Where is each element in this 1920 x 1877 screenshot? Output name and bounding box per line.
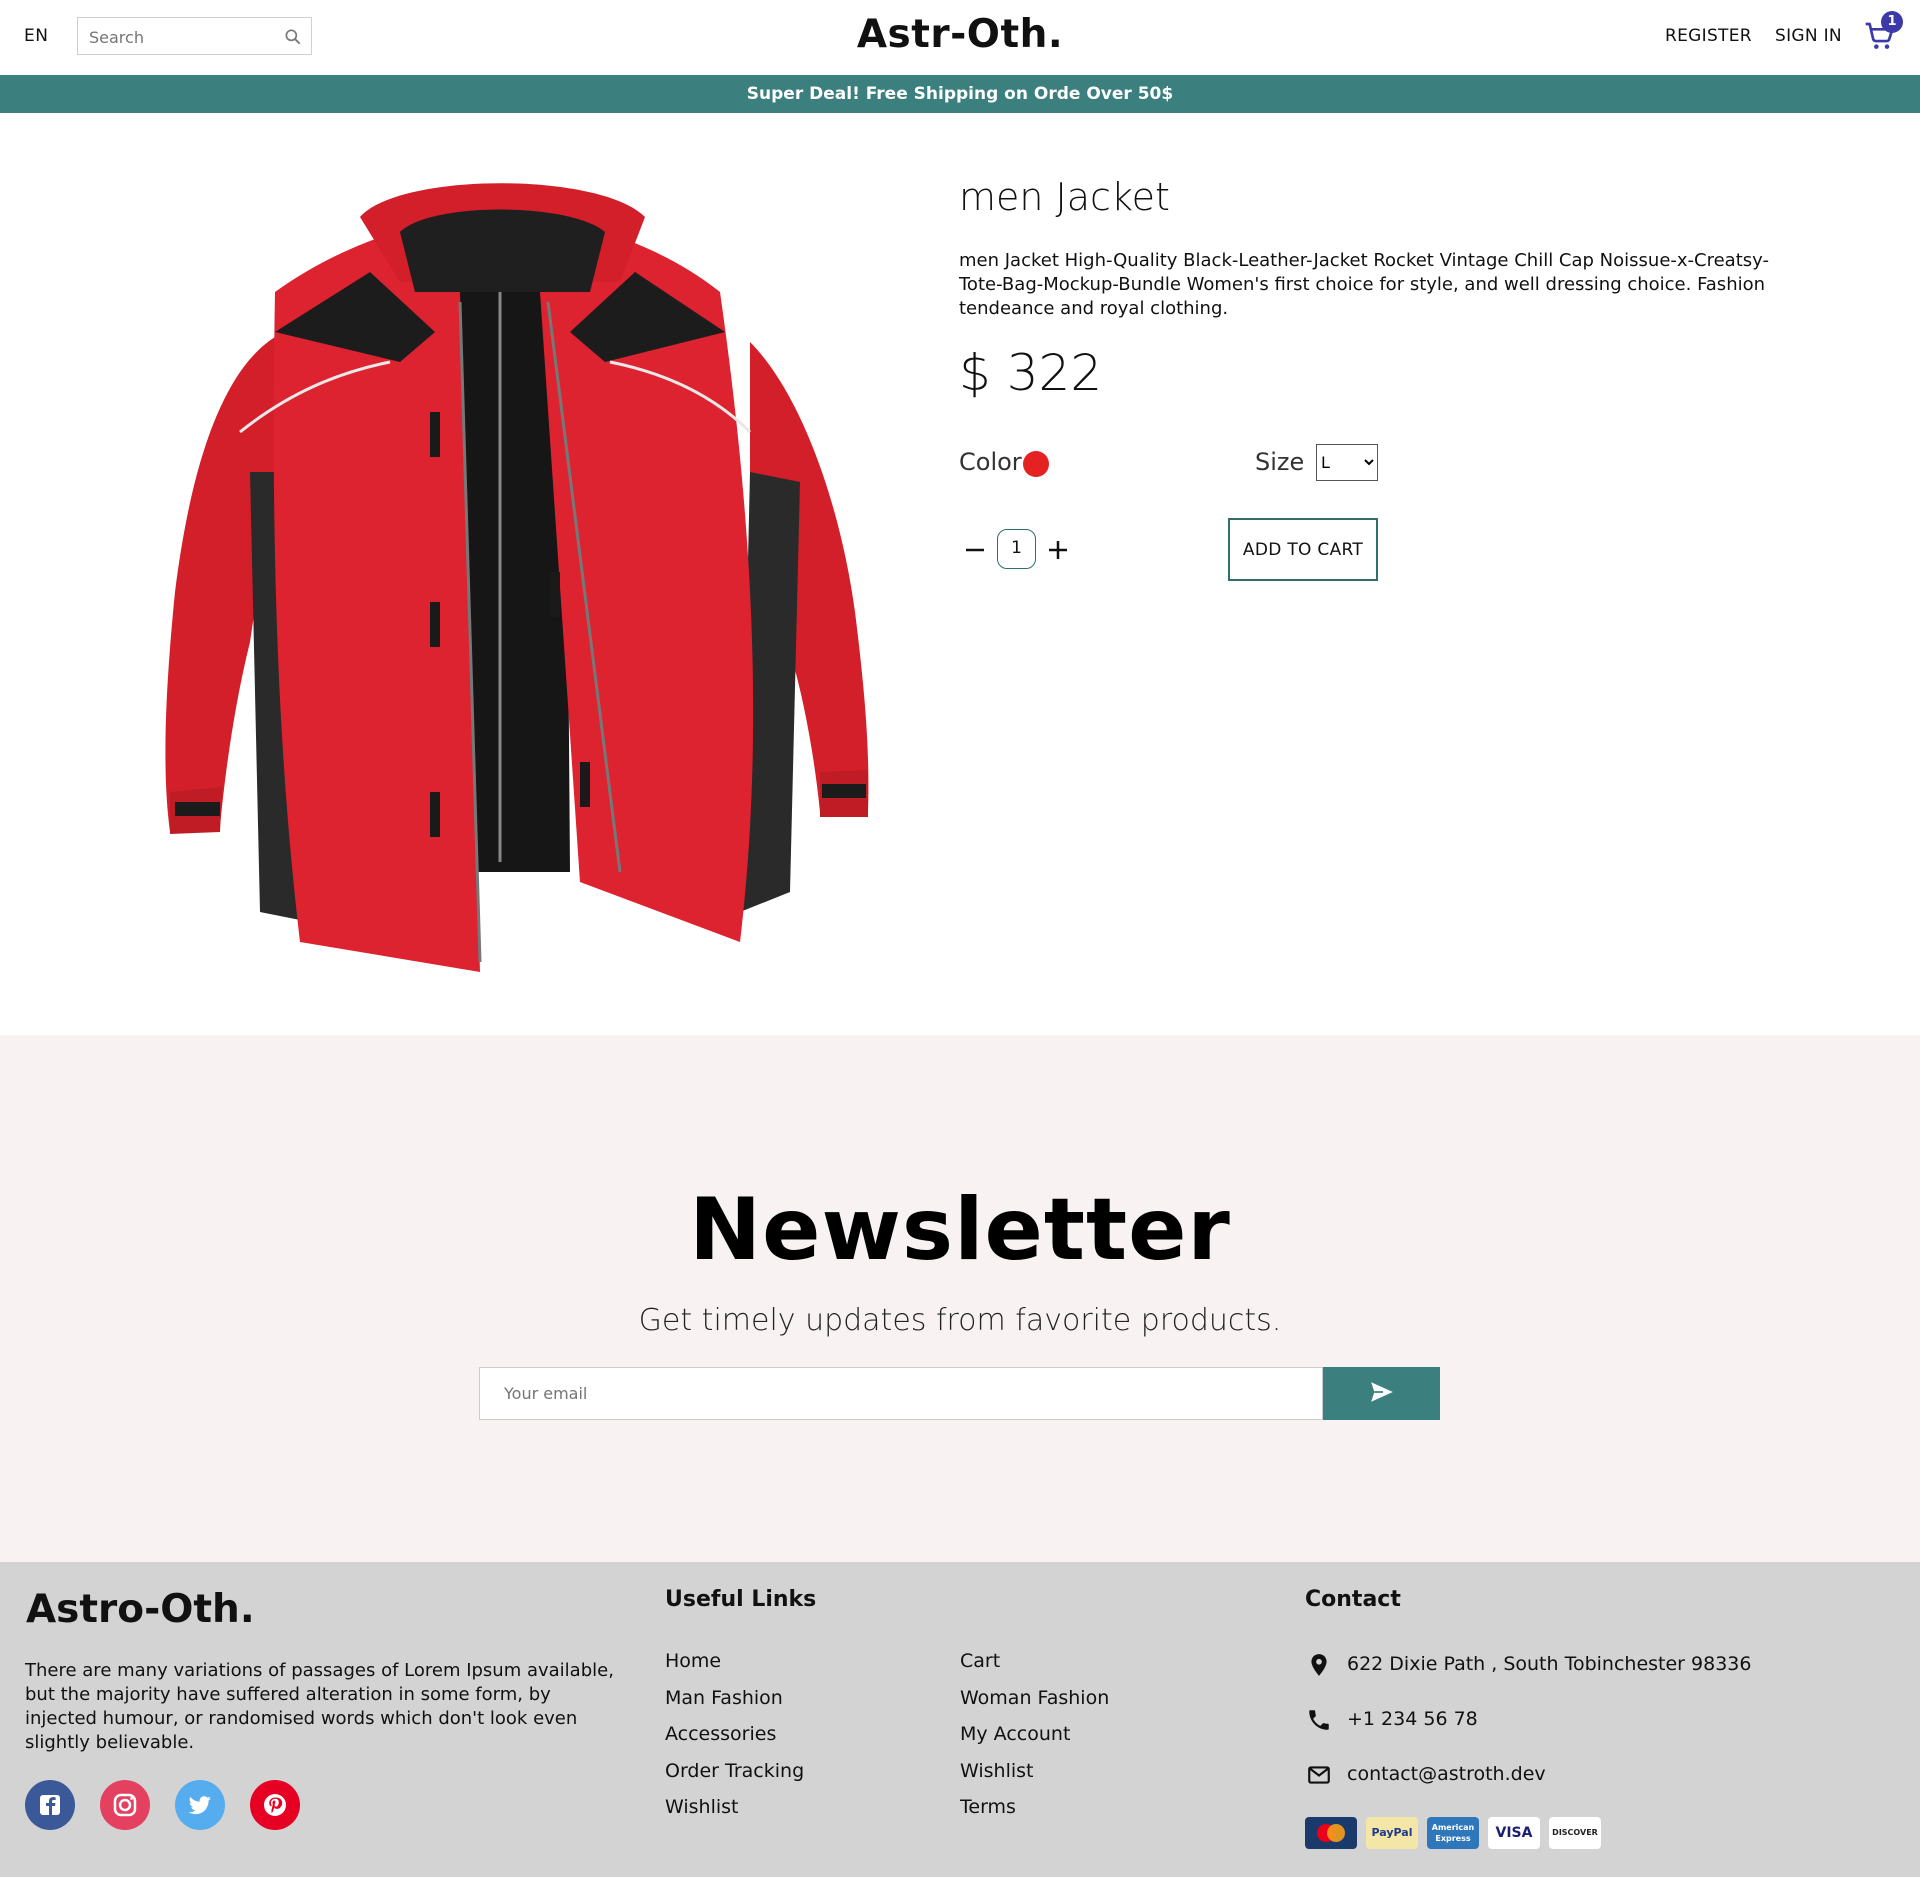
- footer-link-order-tracking[interactable]: Order Tracking: [665, 1760, 804, 1782]
- size-label: Size: [1255, 448, 1305, 476]
- phone-icon: [1309, 1710, 1329, 1730]
- instagram-icon[interactable]: [100, 1780, 150, 1830]
- contact-heading: Contact: [1305, 1587, 1401, 1612]
- increase-quantity-button[interactable]: [1043, 530, 1073, 570]
- mastercard-icon: [1305, 1817, 1357, 1849]
- announcement-bar: Super Deal! Free Shipping on Orde Over 5…: [0, 75, 1920, 113]
- footer-link-woman-fashion[interactable]: Woman Fashion: [960, 1687, 1109, 1709]
- product-price: $ 322: [959, 344, 1103, 402]
- newsletter-subtitle: Get timely updates from favorite product…: [638, 1303, 1282, 1338]
- footer-link-terms[interactable]: Terms: [960, 1796, 1016, 1818]
- newsletter-title: Newsletter: [689, 1180, 1231, 1280]
- color-label: Color: [959, 448, 1022, 476]
- twitter-icon[interactable]: [175, 1780, 225, 1830]
- discover-icon: DISCOVER: [1549, 1817, 1601, 1849]
- footer-link-cart[interactable]: Cart: [960, 1650, 1000, 1672]
- footer-link-my-account[interactable]: My Account: [960, 1723, 1070, 1745]
- footer-link-man-fashion[interactable]: Man Fashion: [665, 1687, 783, 1709]
- footer-link-wishlist[interactable]: Wishlist: [665, 1796, 739, 1818]
- visa-icon: VISA: [1488, 1817, 1540, 1849]
- add-to-cart-button[interactable]: ADD TO CART: [1228, 518, 1378, 581]
- register-link[interactable]: REGISTER: [1665, 26, 1752, 46]
- newsletter-submit-button[interactable]: [1323, 1367, 1440, 1420]
- paypal-icon: PayPal: [1366, 1817, 1418, 1849]
- contact-address: 622 Dixie Path , South Tobinchester 9833…: [1347, 1653, 1752, 1675]
- newsletter-email-input[interactable]: [479, 1367, 1323, 1420]
- footer-link-home[interactable]: Home: [665, 1650, 721, 1672]
- facebook-icon[interactable]: [25, 1780, 75, 1830]
- footer-link-wishlist-2[interactable]: Wishlist: [960, 1760, 1034, 1782]
- footer-about-text: There are many variations of passages of…: [25, 1660, 614, 1753]
- amex-icon: American Express: [1427, 1817, 1479, 1849]
- quantity-value: 1: [997, 529, 1036, 569]
- footer-link-accessories[interactable]: Accessories: [665, 1723, 776, 1745]
- send-icon: [1370, 1382, 1393, 1402]
- site-footer: Astro-Oth. There are many variations of …: [0, 1562, 1920, 1877]
- cart-count-badge: 1: [1881, 11, 1903, 33]
- product-title: men Jacket: [959, 175, 1170, 219]
- size-select[interactable]: L: [1316, 444, 1378, 481]
- pinterest-icon[interactable]: [250, 1780, 300, 1830]
- product-description: men Jacket High-Quality Black-Leather-Ja…: [959, 250, 1769, 319]
- product-image: [165, 183, 869, 972]
- useful-links-heading: Useful Links: [665, 1587, 817, 1612]
- top-header: EN Astr-Oth. REGISTER SIGN IN 1: [0, 0, 1920, 75]
- location-pin-icon: [1311, 1654, 1327, 1676]
- contact-phone: +1 234 56 78: [1347, 1708, 1478, 1730]
- newsletter-section: Newsletter Get timely updates from favor…: [0, 1035, 1920, 1562]
- footer-logo[interactable]: Astro-Oth.: [26, 1587, 255, 1632]
- mail-icon: [1308, 1766, 1330, 1784]
- mastercard-logo-icon: [1317, 1824, 1345, 1842]
- contact-email: contact@astroth.dev: [1347, 1763, 1546, 1785]
- color-swatch-red[interactable]: [1023, 451, 1049, 477]
- decrease-quantity-button[interactable]: [960, 530, 990, 570]
- sign-in-link[interactable]: SIGN IN: [1775, 26, 1842, 46]
- site-logo[interactable]: Astr-Oth.: [0, 12, 1920, 57]
